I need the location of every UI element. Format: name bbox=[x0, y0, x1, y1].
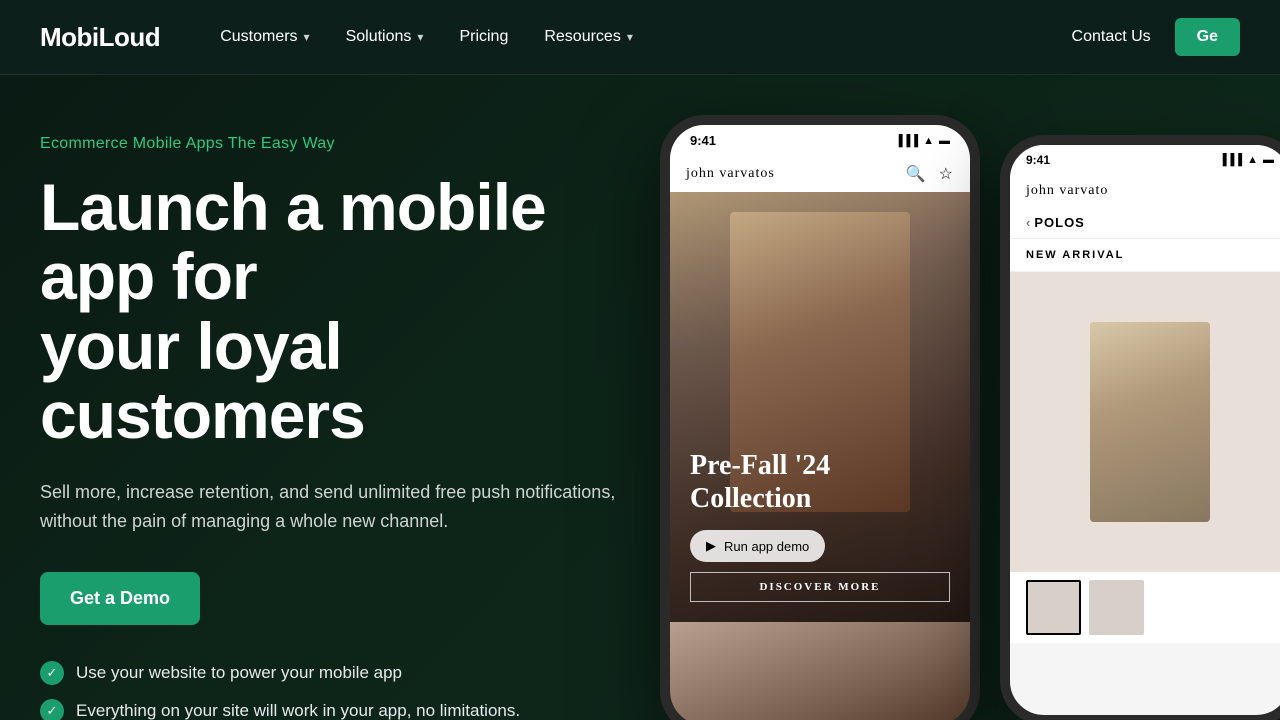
feature-item-2: ✓ Everything on your site will work in y… bbox=[40, 699, 660, 720]
resources-chevron-icon: ▾ bbox=[627, 30, 633, 44]
phone2-breadcrumb: ‹ POLOS bbox=[1010, 207, 1280, 239]
breadcrumb-category: POLOS bbox=[1034, 215, 1085, 230]
run-demo-button[interactable]: ▶ Run app demo bbox=[690, 530, 825, 562]
feature-label-2: Everything on your site will work in you… bbox=[76, 701, 520, 720]
check-icon-1: ✓ bbox=[40, 661, 64, 685]
signal-icon: ▐▐▐ bbox=[895, 135, 918, 147]
navbar: MobiLoud Customers ▾ Solutions ▾ Pricing… bbox=[0, 0, 1280, 75]
phone2-thumbnails bbox=[1010, 572, 1280, 643]
phone1-status-icons: ▐▐▐ ▲ ▬ bbox=[895, 135, 950, 147]
phone1-hero-image: Pre-Fall '24 Collection ▶ Run app demo D… bbox=[670, 192, 970, 622]
hero-subtitle: Sell more, increase retention, and send … bbox=[40, 478, 660, 536]
solutions-chevron-icon: ▾ bbox=[417, 30, 423, 44]
nav-pricing-label: Pricing bbox=[459, 28, 508, 46]
hero-title: Launch a mobile app for your loyal custo… bbox=[40, 173, 660, 450]
phone2-brand: john varvato bbox=[1026, 183, 1108, 199]
nav-item-solutions[interactable]: Solutions ▾ bbox=[346, 28, 424, 46]
nav-item-customers[interactable]: Customers ▾ bbox=[220, 28, 309, 46]
nav-links: Customers ▾ Solutions ▾ Pricing Resource… bbox=[220, 28, 1071, 46]
phone1-bottom-image bbox=[670, 622, 970, 720]
contact-us-link[interactable]: Contact Us bbox=[1072, 28, 1151, 46]
thumbnail-2[interactable] bbox=[1089, 580, 1144, 635]
feature-list: ✓ Use your website to power your mobile … bbox=[40, 661, 660, 720]
nav-resources-label: Resources bbox=[544, 28, 620, 46]
phone1-collection-text: Pre-Fall '24 Collection ▶ Run app demo D… bbox=[690, 449, 950, 602]
nav-item-resources[interactable]: Resources ▾ bbox=[544, 28, 633, 46]
phone2-product-area bbox=[1010, 272, 1280, 572]
nav-customers-label: Customers bbox=[220, 28, 297, 46]
battery-icon: ▬ bbox=[939, 135, 950, 147]
get-demo-button[interactable]: Get a Demo bbox=[40, 572, 200, 625]
phone1-header-icons: 🔍 ☆ bbox=[906, 164, 954, 184]
search-icon[interactable]: 🔍 bbox=[906, 164, 927, 184]
phones-container: 9:41 ▐▐▐ ▲ ▬ john varvatos 🔍 ☆ bbox=[660, 75, 1280, 720]
hero-section: Ecommerce Mobile Apps The Easy Way Launc… bbox=[0, 75, 1280, 720]
nav-solutions-label: Solutions bbox=[346, 28, 412, 46]
breadcrumb-text: ‹ bbox=[1026, 215, 1030, 230]
phone-mockup-2: 9:41 ▐▐▐ ▲ ▬ john varvato ‹ POLOS NEW AR… bbox=[1000, 135, 1280, 720]
bookmark-icon[interactable]: ☆ bbox=[939, 164, 954, 184]
phone2-header: john varvato bbox=[1010, 175, 1280, 207]
get-button[interactable]: Ge bbox=[1175, 18, 1240, 56]
thumbnail-1[interactable] bbox=[1026, 580, 1081, 635]
phone1-status-bar: 9:41 ▐▐▐ ▲ ▬ bbox=[670, 125, 970, 156]
hero-content: Ecommerce Mobile Apps The Easy Way Launc… bbox=[0, 75, 700, 720]
shirt-texture bbox=[1090, 322, 1210, 522]
phone2-status-bar: 9:41 ▐▐▐ ▲ ▬ bbox=[1010, 145, 1280, 175]
collection-title: Pre-Fall '24 Collection bbox=[690, 449, 950, 516]
phone1-header: john varvatos 🔍 ☆ bbox=[670, 156, 970, 192]
phone2-signal-icon: ▐▐▐ bbox=[1219, 154, 1242, 166]
phone2-new-arrival-label: NEW ARRIVAL bbox=[1010, 239, 1280, 272]
product-silhouette bbox=[1090, 322, 1210, 522]
nav-item-pricing[interactable]: Pricing bbox=[459, 28, 508, 46]
hero-tagline: Ecommerce Mobile Apps The Easy Way bbox=[40, 135, 660, 153]
phone2-battery-icon: ▬ bbox=[1263, 154, 1274, 166]
phone2-wifi-icon: ▲ bbox=[1247, 154, 1258, 166]
wifi-icon: ▲ bbox=[923, 135, 934, 147]
check-icon-2: ✓ bbox=[40, 699, 64, 720]
feature-item-1: ✓ Use your website to power your mobile … bbox=[40, 661, 660, 685]
discover-more-button[interactable]: DISCOVER MORE bbox=[690, 572, 950, 602]
feature-label-1: Use your website to power your mobile ap… bbox=[76, 663, 402, 683]
phone2-status-icons: ▐▐▐ ▲ ▬ bbox=[1219, 154, 1274, 166]
brand-logo[interactable]: MobiLoud bbox=[40, 22, 160, 53]
bottom-image-bg bbox=[670, 622, 970, 720]
phone-mockup-1: 9:41 ▐▐▐ ▲ ▬ john varvatos 🔍 ☆ bbox=[660, 115, 980, 720]
phone2-time: 9:41 bbox=[1026, 153, 1050, 167]
nav-right: Contact Us Ge bbox=[1072, 18, 1240, 56]
customers-chevron-icon: ▾ bbox=[304, 30, 310, 44]
play-icon: ▶ bbox=[706, 538, 716, 554]
